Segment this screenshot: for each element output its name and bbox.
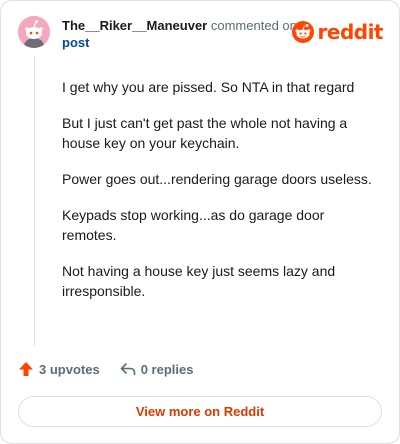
upvote-count: 3 upvotes [39, 361, 100, 377]
reply-count: 0 replies [140, 361, 194, 377]
comment-paragraph: Keypads stop working...as do garage door… [62, 207, 325, 243]
thread-line [34, 57, 35, 346]
reddit-logo[interactable]: reddit [291, 20, 384, 44]
upvote-arrow-icon [19, 362, 33, 376]
reddit-logo-icon [291, 21, 314, 43]
upvote-button[interactable]: 3 upvotes [18, 361, 100, 377]
comment-actions: 3 upvotes 0 replies [18, 361, 213, 377]
reply-button[interactable]: 0 replies [120, 361, 194, 377]
comment-header: The__Riker__Maneuver commented on post [62, 17, 302, 51]
action-text: commented on [210, 18, 297, 33]
comment-paragraph: But I just can't get past the whole not … [62, 115, 348, 151]
username-link[interactable]: The__Riker__Maneuver [62, 18, 207, 33]
snoo-avatar-icon[interactable] [18, 16, 50, 48]
reply-arrow-icon [120, 363, 135, 376]
view-more-button[interactable]: View more on Reddit [18, 396, 382, 427]
comment-paragraph: Power goes out...rendering garage doors … [62, 171, 372, 187]
comment-body: I get why you are pissed. So NTA in that… [62, 77, 380, 317]
post-link[interactable]: post [62, 34, 302, 51]
reddit-wordmark: reddit [317, 20, 384, 44]
comment-paragraph: Not having a house key just seems lazy a… [62, 263, 336, 299]
comment-embed-card: The__Riker__Maneuver commented on post r… [0, 0, 400, 444]
comment-paragraph: I get why you are pissed. So NTA in that… [62, 79, 355, 95]
